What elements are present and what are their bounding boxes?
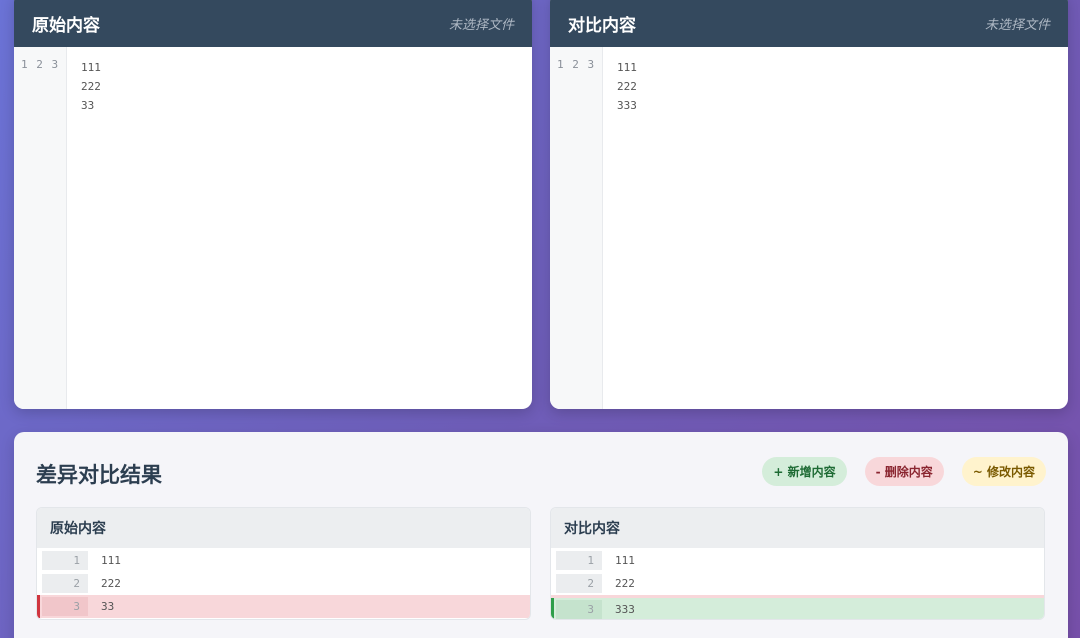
diff-line-number: 2 bbox=[42, 574, 88, 593]
diff-legend: + 新增内容 - 删除内容 ~ 修改内容 bbox=[762, 457, 1046, 486]
original-editor-panel: 原始内容 未选择文件 1 2 3 111 222 33 bbox=[14, 0, 532, 409]
diff-compare-pane: 对比内容 1 111 2 222 3 333 bbox=[550, 507, 1045, 620]
original-editor-header: 原始内容 未选择文件 bbox=[14, 0, 532, 47]
original-file-status[interactable]: 未选择文件 bbox=[449, 14, 514, 33]
diff-row-removed: 3 33 bbox=[37, 595, 530, 618]
legend-modified-badge: ~ 修改内容 bbox=[961, 457, 1046, 486]
legend-added-badge: + 新增内容 bbox=[762, 457, 847, 486]
diff-row: 2 222 bbox=[37, 572, 530, 595]
diff-line-text: 111 bbox=[615, 554, 635, 567]
diff-row: 1 111 bbox=[551, 549, 1044, 572]
original-line-gutter: 1 2 3 bbox=[14, 47, 67, 409]
code-line: 111 bbox=[81, 61, 101, 74]
diff-original-pane: 原始内容 1 111 2 222 3 33 bbox=[36, 507, 531, 620]
compare-editor-title: 对比内容 bbox=[568, 16, 636, 36]
diff-line-text: 222 bbox=[101, 577, 121, 590]
code-line: 222 bbox=[81, 80, 101, 93]
diff-compare-title: 对比内容 bbox=[551, 508, 1044, 548]
diff-line-number: 1 bbox=[556, 551, 602, 570]
code-line: 333 bbox=[617, 99, 637, 112]
code-line: 111 bbox=[617, 61, 637, 74]
original-text-area[interactable]: 111 222 33 bbox=[67, 47, 101, 409]
diff-line-text: 333 bbox=[615, 603, 635, 616]
code-line: 33 bbox=[81, 99, 95, 112]
diff-result-title: 差异对比结果 bbox=[36, 463, 162, 487]
diff-line-text: 33 bbox=[101, 600, 115, 613]
compare-file-status[interactable]: 未选择文件 bbox=[985, 14, 1050, 33]
diff-line-number: 2 bbox=[556, 574, 602, 593]
legend-removed-badge: - 删除内容 bbox=[864, 457, 944, 486]
original-editor-title: 原始内容 bbox=[32, 16, 100, 36]
diff-line-number: 3 bbox=[42, 597, 88, 616]
diff-line-number: 3 bbox=[556, 600, 602, 619]
diff-line-text: 222 bbox=[615, 577, 635, 590]
diff-row-added: 3 333 bbox=[551, 598, 1044, 619]
compare-text-area[interactable]: 111 222 333 bbox=[603, 47, 637, 409]
diff-result-card: 差异对比结果 + 新增内容 - 删除内容 ~ 修改内容 原始内容 1 111 2… bbox=[14, 432, 1068, 638]
compare-editor-header: 对比内容 未选择文件 bbox=[550, 0, 1068, 47]
diff-line-text: 111 bbox=[101, 554, 121, 567]
compare-line-gutter: 1 2 3 bbox=[550, 47, 603, 409]
code-line: 222 bbox=[617, 80, 637, 93]
compare-editor-panel: 对比内容 未选择文件 1 2 3 111 222 333 bbox=[550, 0, 1068, 409]
diff-row: 2 222 bbox=[551, 572, 1044, 595]
diff-line-number: 1 bbox=[42, 551, 88, 570]
diff-original-title: 原始内容 bbox=[37, 508, 530, 548]
diff-row: 1 111 bbox=[37, 549, 530, 572]
